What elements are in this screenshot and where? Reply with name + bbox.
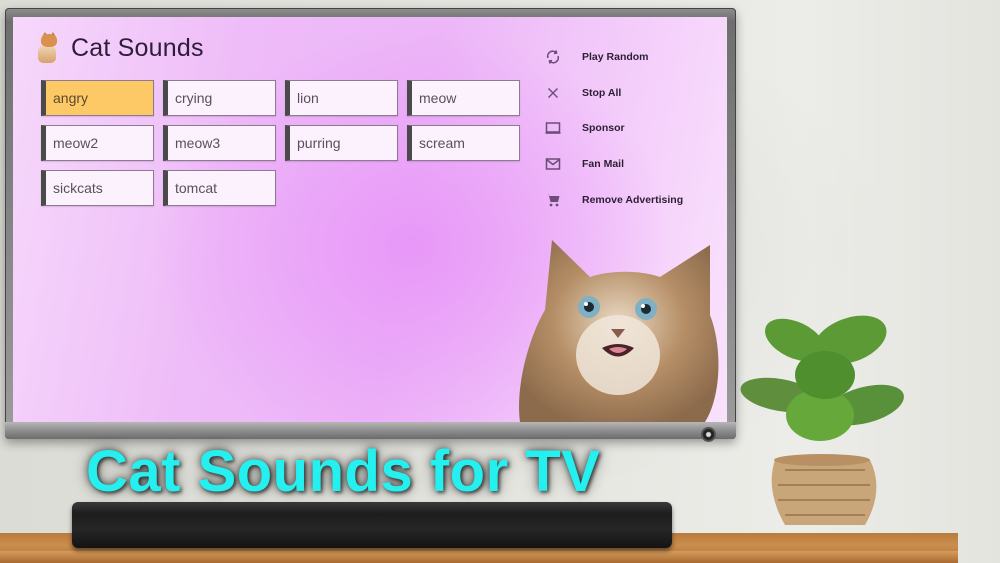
mail-icon — [543, 154, 563, 174]
sound-button-sickcats[interactable]: sickcats — [41, 170, 154, 206]
sound-button-meow3[interactable]: meow3 — [163, 125, 276, 161]
cart-icon — [543, 190, 563, 210]
potted-plant — [740, 315, 904, 525]
kitten-photo — [519, 240, 719, 422]
menu-item-stop-all[interactable]: Stop All — [543, 75, 683, 111]
menu-label: Fan Mail — [582, 157, 625, 170]
table-edge — [0, 551, 958, 563]
side-menu: Play Random Stop All Sponsor Fan Mail Re… — [543, 39, 683, 217]
close-icon — [543, 83, 563, 103]
tv-screen: Cat Sounds angry crying lion meow meow2 … — [13, 17, 727, 422]
sound-button-meow2[interactable]: meow2 — [41, 125, 154, 161]
kitten-logo-icon — [35, 32, 61, 64]
sound-button-crying[interactable]: crying — [163, 80, 276, 116]
app-title: Cat Sounds — [71, 33, 204, 62]
laptop-icon — [543, 118, 563, 138]
sound-button-purring[interactable]: purring — [285, 125, 398, 161]
menu-label: Play Random — [582, 50, 649, 63]
shuffle-refresh-icon — [543, 47, 563, 67]
sound-grid: angry crying lion meow meow2 meow3 purri… — [41, 80, 520, 206]
sound-button-tomcat[interactable]: tomcat — [163, 170, 276, 206]
sound-button-angry[interactable]: angry — [41, 80, 154, 116]
sound-button-meow[interactable]: meow — [407, 80, 520, 116]
soundbar — [72, 502, 672, 548]
menu-item-remove-advertising[interactable]: Remove Advertising — [543, 182, 683, 218]
menu-label: Remove Advertising — [582, 193, 684, 206]
sound-button-scream[interactable]: scream — [407, 125, 520, 161]
menu-label: Stop All — [582, 86, 622, 99]
promo-headline: Cat Sounds for TV — [86, 439, 601, 504]
menu-label: Sponsor — [582, 122, 625, 135]
menu-item-sponsor[interactable]: Sponsor — [543, 110, 683, 146]
tv-power-indicator-icon — [701, 427, 716, 442]
menu-item-play-random[interactable]: Play Random — [543, 39, 683, 75]
tv-bezel — [5, 422, 736, 439]
app-header: Cat Sounds — [35, 32, 204, 64]
menu-item-fan-mail[interactable]: Fan Mail — [543, 146, 683, 182]
sound-button-lion[interactable]: lion — [285, 80, 398, 116]
